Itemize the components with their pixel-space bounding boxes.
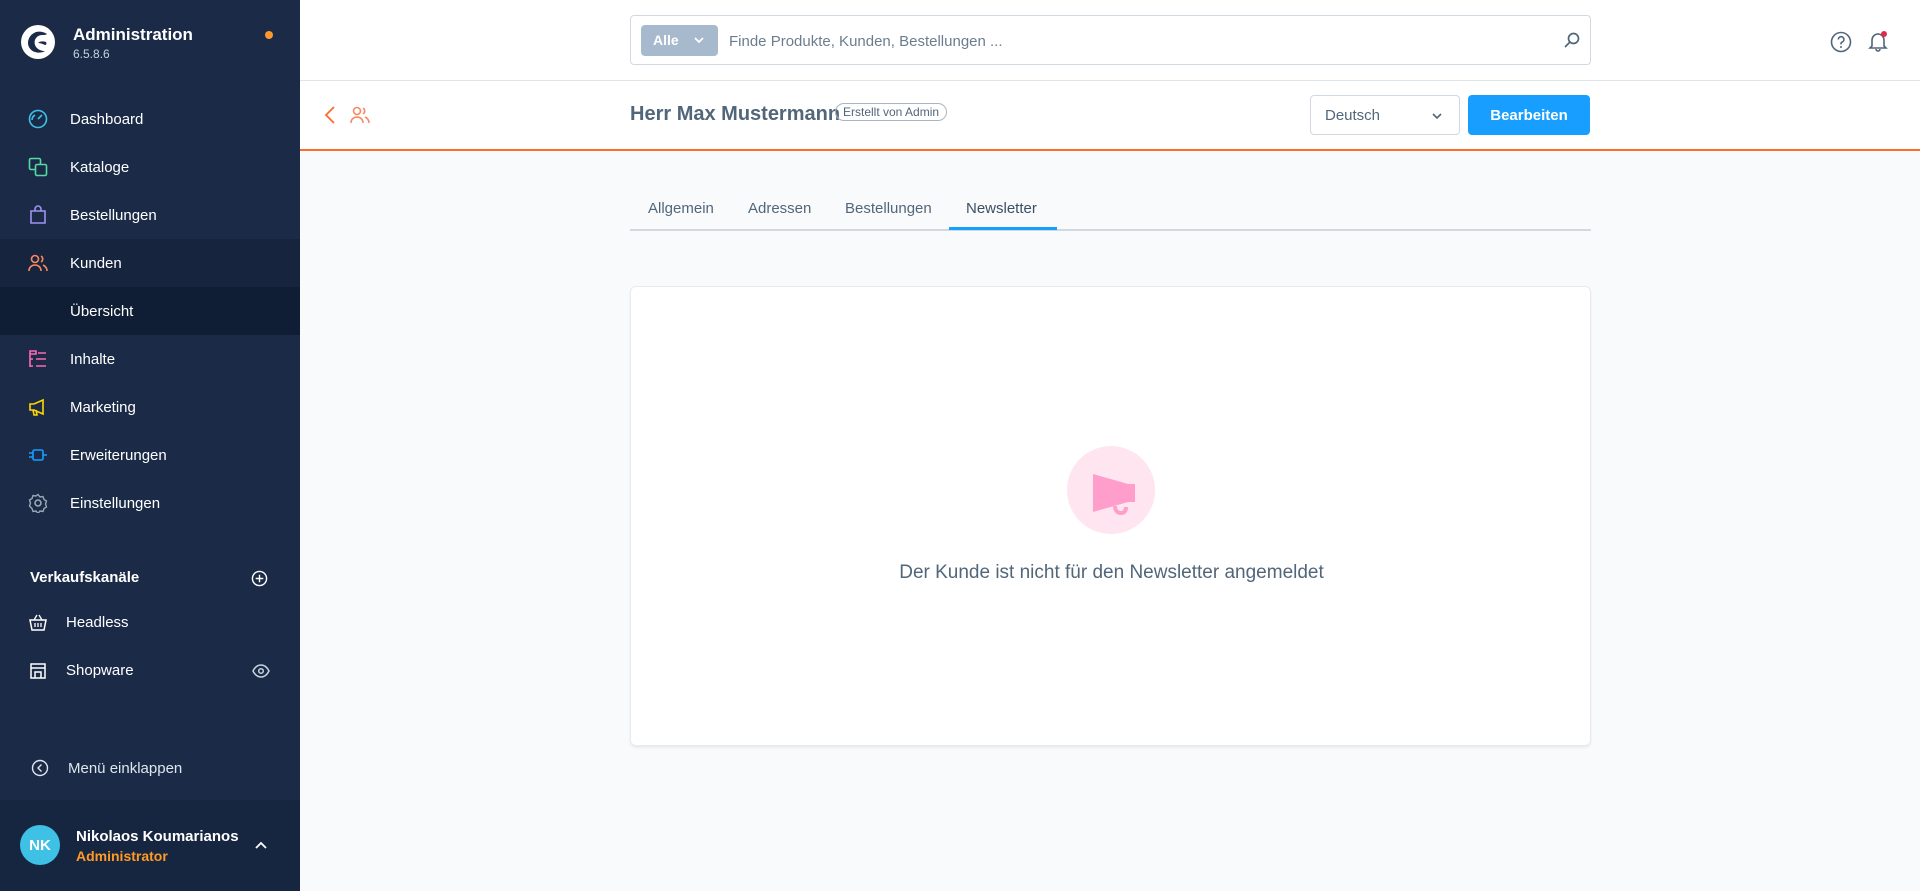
customer-tabs: Allgemein Adressen Bestellungen Newslett… [630,191,1591,231]
shopware-logo [21,25,55,59]
avatar: NK [20,825,60,865]
bell-icon[interactable] [1867,30,1889,52]
edit-button[interactable]: Bearbeiten [1468,95,1590,135]
empty-state-text: Der Kunde ist nicht für den Newsletter a… [899,562,1324,583]
sales-channel-shopware[interactable]: Shopware [0,649,300,693]
chevron-up-icon[interactable] [254,839,268,851]
collapse-menu-button[interactable]: Menü einklappen [0,747,300,791]
sales-channel-label: Shopware [66,662,134,679]
help-icon[interactable] [1830,31,1852,53]
sidebar-item-label: Kunden [70,254,122,272]
tab-allgemein[interactable]: Allgemein [648,200,714,217]
user-role: Administrator [76,848,168,864]
sidebar-item-label: Übersicht [70,302,134,320]
language-switch[interactable]: Deutsch [1310,95,1460,135]
megaphone-icon [1093,474,1135,516]
eye-icon[interactable] [252,664,270,678]
settings-icon [28,493,48,513]
content-icon [29,350,46,367]
sidebar-item-label: Bestellungen [70,206,157,224]
smart-bar: Herr Max Mustermann Erstellt von Admin D… [300,81,1920,151]
chevron-down-icon [1432,113,1442,120]
newsletter-card: Der Kunde ist nicht für den Newsletter a… [630,286,1591,746]
chevron-down-icon [694,37,704,44]
notification-dot [265,31,273,39]
collapse-icon [31,759,49,777]
sidebar-item-erweiterungen[interactable]: Erweiterungen [0,431,300,479]
page-title: Herr Max Mustermann [630,103,841,125]
sidebar-item-kunden[interactable]: Kunden [0,239,300,287]
add-sales-channel-icon[interactable] [251,570,268,587]
customers-module-icon [350,106,370,124]
sidebar-item-dashboard[interactable]: Dashboard [0,95,300,143]
sales-channels-title: Verkaufskanäle [30,569,140,586]
search-icon[interactable] [1563,31,1581,49]
user-name: Nikolaos Koumarianos [76,828,239,845]
app-version: 6.5.8.6 [73,47,110,61]
collapse-label: Menü einklappen [68,760,183,777]
sidebar-item-label: Einstellungen [70,494,161,512]
sidebar-item-label: Marketing [70,398,136,416]
search-type-select[interactable]: Alle [641,25,718,56]
sales-channel-headless[interactable]: Headless [0,601,300,645]
created-by-badge: Erstellt von Admin [835,103,948,121]
active-tab-indicator [949,227,1057,230]
app-title: Administration [73,25,193,44]
sidebar-item-marketing[interactable]: Marketing [0,383,300,431]
search-input[interactable] [729,27,1529,55]
sidebar-item-label: Dashboard [70,110,144,128]
back-arrow-icon[interactable] [323,105,337,125]
language-value: Deutsch [1325,107,1381,124]
customers-icon [28,254,48,272]
sales-channel-label: Headless [66,614,129,631]
empty-state-illustration [1067,446,1155,534]
sidebar-item-label: Inhalte [70,350,116,368]
dashboard-icon [28,109,48,129]
basket-icon [29,614,47,631]
search-type-label: Alle [653,32,679,48]
sidebar-item-label: Erweiterungen [70,446,167,464]
sidebar: Administration 6.5.8.6 Dashboard Katalog… [0,0,300,891]
sidebar-item-kataloge[interactable]: Kataloge [0,143,300,191]
sidebar-item-inhalte[interactable]: Inhalte [0,335,300,383]
tab-newsletter[interactable]: Newsletter [966,200,1037,217]
marketing-icon [29,398,44,416]
tab-bestellungen[interactable]: Bestellungen [845,200,932,217]
storefront-icon [30,663,46,679]
tab-adressen[interactable]: Adressen [748,200,811,217]
global-search: Alle [630,15,1591,65]
sidebar-item-bestellungen[interactable]: Bestellungen [0,191,300,239]
orders-icon [30,205,46,224]
catalog-icon [28,157,48,177]
user-profile[interactable]: NK Nikolaos Koumarianos Administrator [0,800,300,891]
brand: Administration 6.5.8.6 [20,22,280,66]
sidebar-item-einstellungen[interactable]: Einstellungen [0,479,300,527]
top-bar: Alle [300,0,1920,81]
extensions-icon [29,449,47,461]
sidebar-subitem-uebersicht[interactable]: Übersicht [0,287,300,335]
sidebar-item-label: Kataloge [70,158,130,176]
